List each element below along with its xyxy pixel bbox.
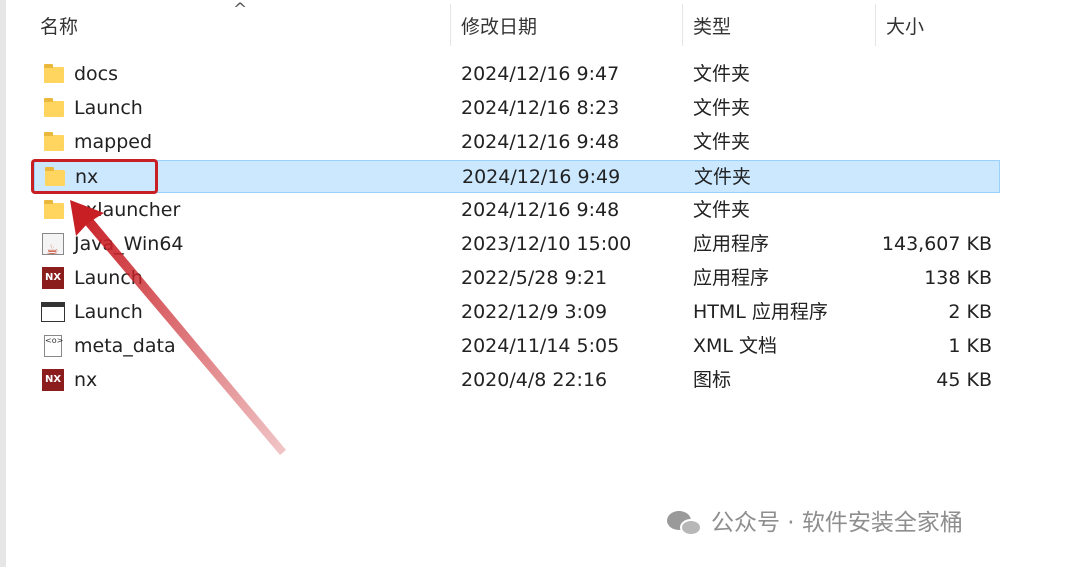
column-header-size[interactable]: 大小 [886, 14, 924, 40]
column-header-type[interactable]: 类型 [693, 14, 731, 40]
file-type: XML 文档 [693, 335, 778, 357]
file-name: docs [74, 63, 119, 85]
file-row-meta-data[interactable]: <o> meta_data 2024/11/14 5:05 XML 文档 1 K… [34, 330, 1000, 363]
nx-icon-file-icon: NX [42, 369, 64, 391]
watermark-text: 公众号 · 软件安装全家桶 [711, 510, 963, 536]
file-date: 2020/4/8 22:16 [461, 369, 608, 391]
file-row-java-win64[interactable]: Java_Win64 2023/12/10 15:00 应用程序 143,607… [34, 228, 1000, 267]
sort-ascending-icon: ^ [233, 0, 248, 20]
file-type: 文件夹 [693, 97, 751, 119]
file-type: 文件夹 [693, 199, 751, 221]
file-size: 45 KB [936, 369, 992, 391]
watermark: 公众号 · 软件安装全家桶 [667, 505, 963, 541]
file-row-launch-hta[interactable]: Launch 2022/12/9 3:09 HTML 应用程序 2 KB [34, 296, 1000, 329]
file-row-nx-folder[interactable]: nx 2024/12/16 9:49 文件夹 [34, 160, 1000, 193]
java-app-icon [42, 233, 64, 267]
file-type: 应用程序 [693, 267, 770, 289]
file-date: 2024/12/16 9:49 [462, 166, 621, 188]
file-row-launch-folder[interactable]: Launch 2024/12/16 8:23 文件夹 [34, 92, 1000, 125]
window-left-edge [0, 0, 6, 567]
annotation-highlight-box [31, 159, 158, 194]
file-type: 文件夹 [694, 166, 752, 188]
file-date: 2024/11/14 5:05 [461, 335, 620, 357]
file-size: 138 KB [924, 267, 992, 289]
column-header-name[interactable]: 名称 [40, 14, 78, 40]
column-header-date[interactable]: 修改日期 [461, 14, 537, 40]
column-divider[interactable] [682, 4, 683, 46]
column-divider[interactable] [450, 4, 451, 46]
file-type: 文件夹 [693, 131, 751, 153]
file-date: 2024/12/16 8:23 [461, 97, 620, 119]
file-row-launch-exe[interactable]: NX Launch 2022/5/28 9:21 应用程序 138 KB [34, 262, 1000, 295]
file-name: Launch [74, 301, 143, 323]
file-row-nxlauncher[interactable]: nxlauncher 2024/12/16 9:48 文件夹 [34, 194, 1000, 227]
file-date: 2024/12/16 9:48 [461, 199, 620, 221]
file-type: 应用程序 [693, 233, 770, 255]
file-date: 2022/12/9 3:09 [461, 301, 608, 323]
file-name: meta_data [74, 335, 176, 357]
file-date: 2023/12/10 15:00 [461, 233, 632, 255]
file-name: mapped [74, 131, 153, 153]
file-row-docs[interactable]: docs 2024/12/16 9:47 文件夹 [34, 58, 1000, 91]
file-size: 143,607 KB [881, 233, 992, 255]
file-date: 2024/12/16 9:48 [461, 131, 620, 153]
folder-icon [42, 63, 64, 85]
file-size: 2 KB [948, 301, 992, 323]
file-name: nx [74, 369, 98, 391]
file-type: 图标 [693, 369, 732, 391]
file-date: 2022/5/28 9:21 [461, 267, 608, 289]
file-type: HTML 应用程序 [693, 301, 828, 323]
file-row-mapped[interactable]: mapped 2024/12/16 9:48 文件夹 [34, 126, 1000, 159]
column-divider[interactable] [875, 4, 876, 46]
file-name: Java_Win64 [74, 233, 184, 255]
file-size: 1 KB [948, 335, 992, 357]
file-date: 2024/12/16 9:47 [461, 63, 620, 85]
html-app-icon [41, 301, 65, 323]
wechat-icon [667, 508, 703, 538]
file-name: Launch [74, 267, 143, 289]
folder-icon [42, 97, 64, 119]
column-header: ^ 名称 修改日期 类型 大小 [0, 0, 1080, 50]
file-name: Launch [74, 97, 143, 119]
nx-app-icon: NX [42, 267, 64, 289]
file-row-nx-icon[interactable]: NX nx 2020/4/8 22:16 图标 45 KB [34, 364, 1000, 397]
folder-icon [42, 131, 64, 153]
file-type: 文件夹 [693, 63, 751, 85]
file-name: nxlauncher [74, 199, 181, 221]
xml-document-icon: <o> [42, 335, 64, 357]
folder-icon [42, 199, 64, 221]
